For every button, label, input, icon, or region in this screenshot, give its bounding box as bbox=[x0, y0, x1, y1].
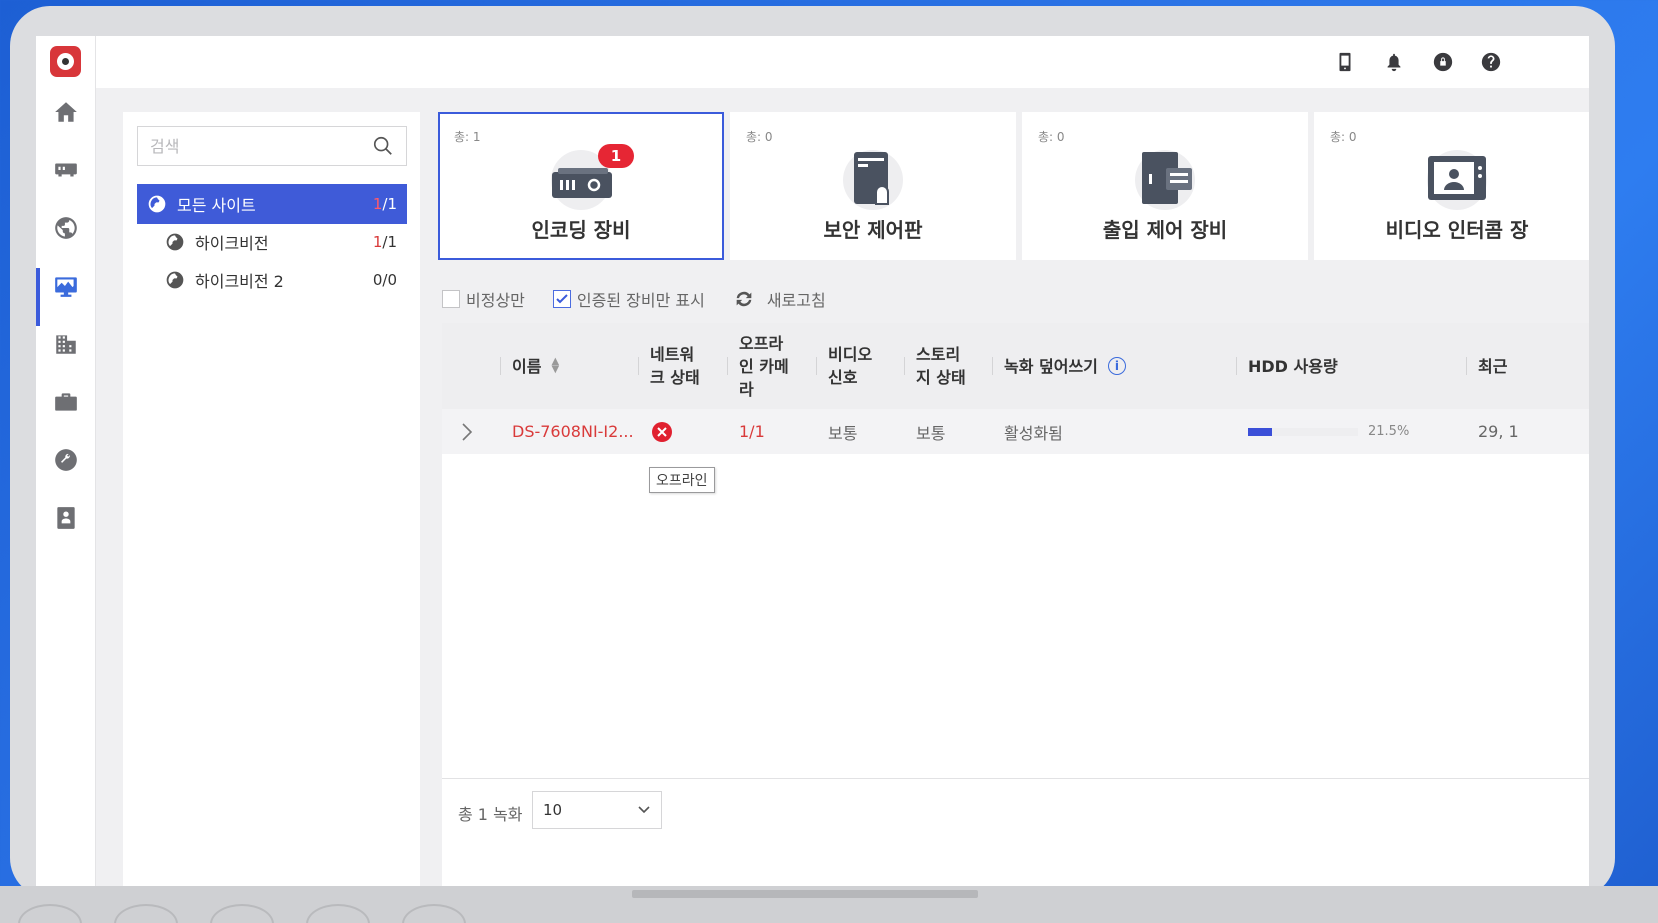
card-encoding-device[interactable]: 총: 1 1 인코딩 장비 bbox=[438, 112, 724, 260]
video-intercom-icon bbox=[1427, 150, 1487, 210]
col-network-status: 네트워 크 상태 bbox=[638, 323, 700, 409]
table-footer: 총 1 녹화 10 bbox=[442, 778, 1589, 886]
video-signal-cell: 보통 bbox=[828, 423, 858, 443]
site-item-label: 모든 사이트 bbox=[177, 196, 256, 215]
book-icon[interactable] bbox=[36, 496, 96, 540]
hdd-usage-cell: 21.5% bbox=[1248, 409, 1409, 454]
table-row[interactable]: DS-7608NI-I2... 1/1 보통 보통 활성화됨 21.5% 29,… bbox=[442, 409, 1589, 454]
card-total: 총: 1 bbox=[454, 130, 481, 144]
col-offline-camera: 오프라 인 카메 라 bbox=[727, 323, 789, 409]
info-icon[interactable]: i bbox=[1107, 357, 1126, 375]
recent-cell: 29, 1 bbox=[1478, 422, 1519, 441]
site-item-hikvision-2[interactable]: 하이크비전 2 0/0 bbox=[137, 260, 407, 300]
site-item-count: 0/0 bbox=[372, 271, 397, 289]
card-access-control[interactable]: 총: 0 출입 제어 장비 bbox=[1022, 112, 1308, 260]
site-item-label: 하이크비전 2 bbox=[195, 272, 284, 291]
device-name-link[interactable]: DS-7608NI-I2... bbox=[512, 409, 634, 454]
device-table: 이름 ▲ ▼ 네트워 크 상태 오프라 인 카메 라 비디오 신호 스토리 지 상태 녹화 … bbox=[442, 323, 1589, 778]
abnormal-only-filter[interactable]: 비정상만 bbox=[442, 287, 525, 311]
filter-bar: 비정상만 인증된 장비만 표시 새로고침 bbox=[442, 284, 854, 314]
col-name[interactable]: 이름 ▲ ▼ bbox=[499, 323, 559, 409]
dock-button[interactable] bbox=[18, 904, 82, 923]
briefcase-icon[interactable] bbox=[36, 380, 96, 424]
refresh-icon bbox=[736, 291, 752, 307]
hdd-usage-bar bbox=[1248, 427, 1358, 436]
top-bar bbox=[96, 36, 1589, 88]
col-record-overwrite: 녹화 덮어쓰기 i bbox=[992, 323, 1126, 409]
dock-handle[interactable] bbox=[632, 890, 978, 898]
network-status-cell bbox=[652, 409, 672, 454]
site-search bbox=[137, 126, 407, 166]
alarm-count-badge: 1 bbox=[598, 144, 634, 168]
abnormal-only-label: 비정상만 bbox=[466, 291, 525, 310]
security-panel-icon bbox=[843, 150, 903, 210]
authorized-only-checkbox[interactable] bbox=[552, 290, 571, 308]
card-security-panel[interactable]: 총: 0 보안 제어판 bbox=[730, 112, 1016, 260]
building-icon[interactable] bbox=[36, 322, 96, 366]
globe-icon bbox=[166, 233, 184, 251]
refresh-label: 새로고침 bbox=[766, 291, 826, 310]
total-records: 총 1 녹화 bbox=[458, 805, 523, 824]
card-total: 총: 0 bbox=[746, 130, 773, 144]
bottom-dock bbox=[0, 886, 1658, 923]
dock-button[interactable] bbox=[210, 904, 274, 923]
card-total: 총: 0 bbox=[1038, 130, 1065, 144]
page-size-value: 10 bbox=[543, 801, 563, 819]
globe-icon bbox=[166, 271, 184, 289]
globe-icon[interactable] bbox=[36, 206, 96, 250]
access-control-icon bbox=[1135, 150, 1195, 210]
offline-camera-cell: 1/1 bbox=[739, 422, 765, 441]
site-search-input[interactable] bbox=[150, 136, 372, 156]
site-item-hikvision[interactable]: 하이크비전 1/1 bbox=[137, 222, 407, 262]
page-size-select[interactable]: 10 bbox=[532, 791, 662, 829]
col-hdd-usage: HDD 사용량 bbox=[1236, 323, 1338, 409]
app-logo bbox=[50, 46, 81, 77]
card-label: 출입 제어 장비 bbox=[1102, 218, 1228, 242]
dock-button[interactable] bbox=[114, 904, 178, 923]
chevron-down-icon bbox=[638, 806, 650, 814]
card-total: 총: 0 bbox=[1330, 130, 1357, 144]
sort-icon[interactable]: ▲ ▼ bbox=[551, 357, 559, 375]
authorized-only-label: 인증된 장비만 표시 bbox=[576, 291, 705, 310]
refresh-button[interactable]: 새로고침 bbox=[733, 287, 826, 311]
offline-status-icon[interactable] bbox=[652, 421, 672, 442]
card-label: 비디오 인터콤 장 bbox=[1385, 218, 1529, 242]
site-item-count: 1/1 bbox=[372, 233, 397, 251]
card-video-intercom[interactable]: 총: 0 비디오 인터콤 장 bbox=[1314, 112, 1589, 260]
col-storage-status: 스토리 지 상태 bbox=[904, 323, 966, 409]
authorized-only-filter[interactable]: 인증된 장비만 표시 bbox=[552, 287, 705, 311]
lock-icon[interactable] bbox=[1430, 49, 1456, 75]
site-item-all[interactable]: 모든 사이트 1/1 bbox=[137, 184, 407, 224]
overwrite-cell: 활성화됨 bbox=[1004, 423, 1063, 443]
abnormal-only-checkbox[interactable] bbox=[442, 290, 460, 308]
card-label: 인코딩 장비 bbox=[531, 218, 631, 242]
home-icon[interactable] bbox=[36, 90, 96, 134]
site-item-count: 1/1 bbox=[372, 195, 397, 213]
globe-icon bbox=[148, 195, 166, 213]
site-panel: 모든 사이트 1/1 하이크비전 1/1 하이크비전 2 0/0 bbox=[123, 112, 420, 886]
col-recent: 최근 bbox=[1465, 323, 1507, 409]
storage-status-cell: 보통 bbox=[916, 423, 946, 443]
hdd-usage-text: 21.5% bbox=[1368, 424, 1410, 439]
help-icon[interactable] bbox=[1478, 49, 1504, 75]
expand-row-icon[interactable] bbox=[460, 409, 474, 454]
hdd-usage-fill bbox=[1248, 427, 1272, 436]
site-item-label: 하이크비전 bbox=[195, 234, 269, 253]
dock-button[interactable] bbox=[306, 904, 370, 923]
device-icon[interactable] bbox=[36, 148, 96, 192]
search-icon[interactable] bbox=[372, 135, 394, 157]
app-window: 모든 사이트 1/1 하이크비전 1/1 하이크비전 2 0/0 총: 1 1 … bbox=[36, 36, 1589, 886]
bell-icon[interactable] bbox=[1381, 49, 1407, 75]
nav-rail bbox=[36, 36, 96, 886]
col-video-signal: 비디오 신호 bbox=[815, 323, 872, 409]
wrench-icon[interactable] bbox=[36, 438, 96, 482]
offline-tooltip: 오프라인 bbox=[649, 467, 715, 493]
table-header: 이름 ▲ ▼ 네트워 크 상태 오프라 인 카메 라 비디오 신호 스토리 지 상태 녹화 … bbox=[442, 323, 1589, 409]
monitor-icon[interactable] bbox=[36, 264, 96, 326]
mobile-icon[interactable] bbox=[1332, 49, 1358, 75]
card-label: 보안 제어판 bbox=[823, 218, 923, 242]
dock-button[interactable] bbox=[402, 904, 466, 923]
check-icon bbox=[556, 294, 568, 304]
